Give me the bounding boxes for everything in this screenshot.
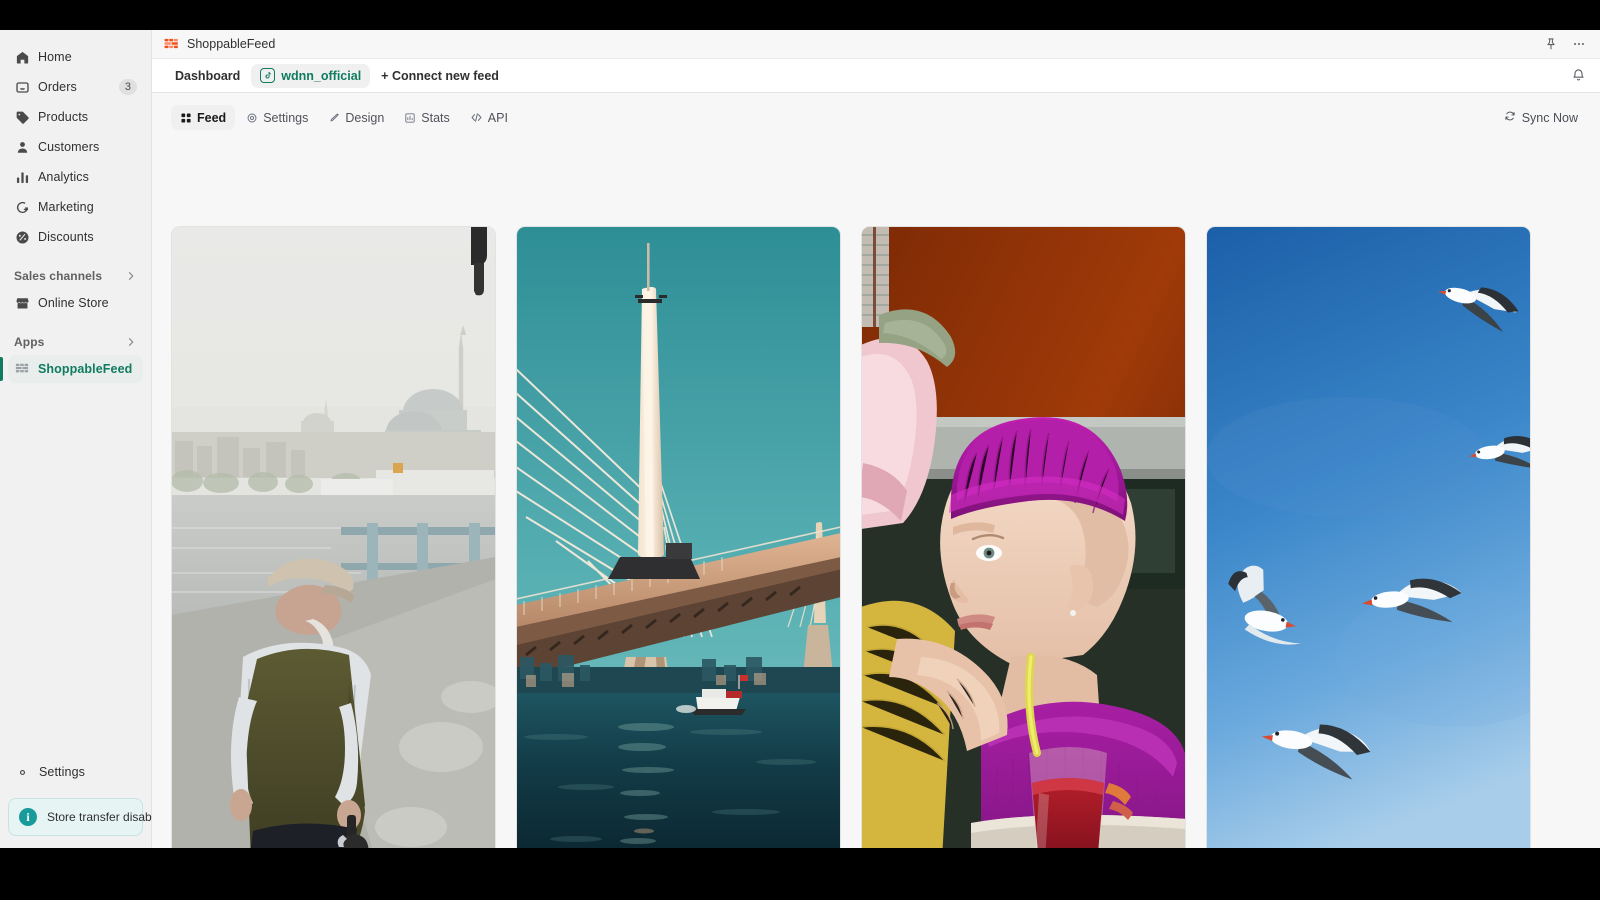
customers-icon <box>14 139 30 155</box>
sidebar-item-label: Discounts <box>38 230 94 244</box>
discounts-icon <box>14 229 30 245</box>
home-icon <box>14 49 30 65</box>
sidebar-section-sales-channels[interactable]: Sales channels <box>8 263 143 289</box>
store-transfer-banner[interactable]: i Store transfer disabled <box>8 798 168 836</box>
refresh-icon <box>1504 110 1516 125</box>
chevron-right-icon <box>125 270 137 282</box>
tab-feed-label: Feed <box>197 110 227 125</box>
sidebar-settings-button[interactable]: Settings <box>8 758 143 786</box>
feed-card-media[interactable] <box>172 227 495 848</box>
sidebar-item-products[interactable]: Products <box>8 103 143 131</box>
products-icon <box>14 109 30 125</box>
tab-wdnn-official[interactable]: wdnn_official <box>251 63 371 88</box>
tab-stats[interactable]: Stats <box>395 105 459 130</box>
feed-toolbar: Feed Settings Design Stats API Sync Now <box>152 93 1600 140</box>
feed-section-tabs: Feed Settings Design Stats API <box>171 105 517 130</box>
sync-now-label: Sync Now <box>1521 110 1578 125</box>
store-transfer-banner-label: Store transfer disabled <box>47 810 168 824</box>
sidebar-item-label: Analytics <box>38 170 89 184</box>
feed-card[interactable]: Visible Products (1) <box>171 226 496 848</box>
sidebar-item-label: Customers <box>38 140 100 154</box>
sidebar-nav: Home Orders 3 Products Customers Analyti… <box>0 43 151 383</box>
shoppablefeed-logo-icon <box>164 38 178 48</box>
feed-card-grid: Visible Products (1) <box>171 226 1531 848</box>
sidebar-item-label: Home <box>38 50 72 64</box>
gear-icon <box>246 112 258 124</box>
app-title: ShoppableFeed <box>187 37 276 51</box>
tab-api-label: API <box>487 110 508 125</box>
sync-now-button[interactable]: Sync Now <box>1498 106 1584 129</box>
feed-card[interactable]: Visible Products (0) <box>861 226 1186 848</box>
app-titlebar: ShoppableFeed <box>152 30 1600 59</box>
app-titlebar-actions <box>1544 37 1586 51</box>
brush-icon <box>328 112 340 124</box>
sidebar-item-analytics[interactable]: Analytics <box>8 163 143 191</box>
connect-new-feed-button[interactable]: + Connect new feed <box>372 64 508 88</box>
tab-stats-label: Stats <box>421 110 450 125</box>
screen: Home Orders 3 Products Customers Analyti… <box>0 0 1600 900</box>
feed-card-media[interactable] <box>517 227 840 848</box>
analytics-icon <box>14 169 30 185</box>
tiktok-icon <box>260 68 276 83</box>
sidebar-footer: Settings i Store transfer disabled <box>0 758 168 848</box>
tab-api[interactable]: API <box>461 105 517 130</box>
marketing-icon <box>14 199 30 215</box>
code-icon <box>470 111 483 124</box>
shoppablefeed-logo-icon <box>14 361 30 377</box>
bottom-letterbox <box>0 848 1600 900</box>
tab-dashboard-label: Dashboard <box>175 68 241 83</box>
bell-icon[interactable] <box>1571 68 1586 83</box>
sidebar-item-label: Products <box>38 110 89 124</box>
sidebar-item-shoppablefeed[interactable]: ShoppableFeed <box>0 355 143 383</box>
tab-design-label: Design <box>345 110 385 125</box>
admin-window: Home Orders 3 Products Customers Analyti… <box>0 30 1600 848</box>
online-store-icon <box>14 295 30 311</box>
tab-settings-label: Settings <box>263 110 309 125</box>
sidebar-item-label: Marketing <box>38 200 94 214</box>
sidebar-section-label: Sales channels <box>14 269 103 283</box>
sidebar-item-orders[interactable]: Orders 3 <box>8 73 143 101</box>
feed-content: Feed Settings Design Stats API Sync Now <box>152 93 1600 848</box>
tab-dashboard[interactable]: Dashboard <box>166 64 249 88</box>
sidebar-item-marketing[interactable]: Marketing <box>8 193 143 221</box>
sidebar-item-discounts[interactable]: Discounts <box>8 223 143 251</box>
sidebar-section-label: Apps <box>14 335 45 349</box>
sidebar-section-apps[interactable]: Apps <box>8 329 143 355</box>
top-letterbox <box>0 0 1600 30</box>
sidebar-item-label: Orders <box>38 80 77 94</box>
feed-card-media[interactable] <box>862 227 1185 848</box>
sidebar-item-label: Online Store <box>38 296 109 310</box>
gear-icon <box>14 764 30 780</box>
sidebar-item-home[interactable]: Home <box>8 43 143 71</box>
sidebar-item-customers[interactable]: Customers <box>8 133 143 161</box>
tab-settings[interactable]: Settings <box>237 105 317 130</box>
connect-new-feed-label: + Connect new feed <box>381 68 499 83</box>
sidebar-settings-label: Settings <box>39 765 85 779</box>
tab-feed[interactable]: Feed <box>171 105 236 130</box>
sidebar-item-label: ShoppableFeed <box>38 362 133 376</box>
feed-tabbar: Dashboard wdnn_official + Connect new fe… <box>152 59 1600 93</box>
info-icon: i <box>19 808 37 826</box>
orders-icon <box>14 79 30 95</box>
feed-card-media[interactable] <box>1207 227 1530 848</box>
chevron-right-icon <box>125 336 137 348</box>
feed-card[interactable]: Visible Products (0) <box>516 226 841 848</box>
chart-icon <box>404 112 416 124</box>
grid-icon <box>180 112 192 124</box>
ellipsis-icon[interactable] <box>1572 37 1586 51</box>
pin-icon[interactable] <box>1544 37 1558 51</box>
tab-wdnn-official-label: wdnn_official <box>281 68 362 83</box>
main-panel: ShoppableFeed Dashboard wdnn_official + … <box>152 30 1600 848</box>
tab-design[interactable]: Design <box>319 105 393 130</box>
feed-card[interactable]: Visible Products (0) <box>1206 226 1531 848</box>
sidebar-item-online-store[interactable]: Online Store <box>8 289 143 317</box>
sidebar: Home Orders 3 Products Customers Analyti… <box>0 30 168 848</box>
orders-badge: 3 <box>118 79 137 95</box>
